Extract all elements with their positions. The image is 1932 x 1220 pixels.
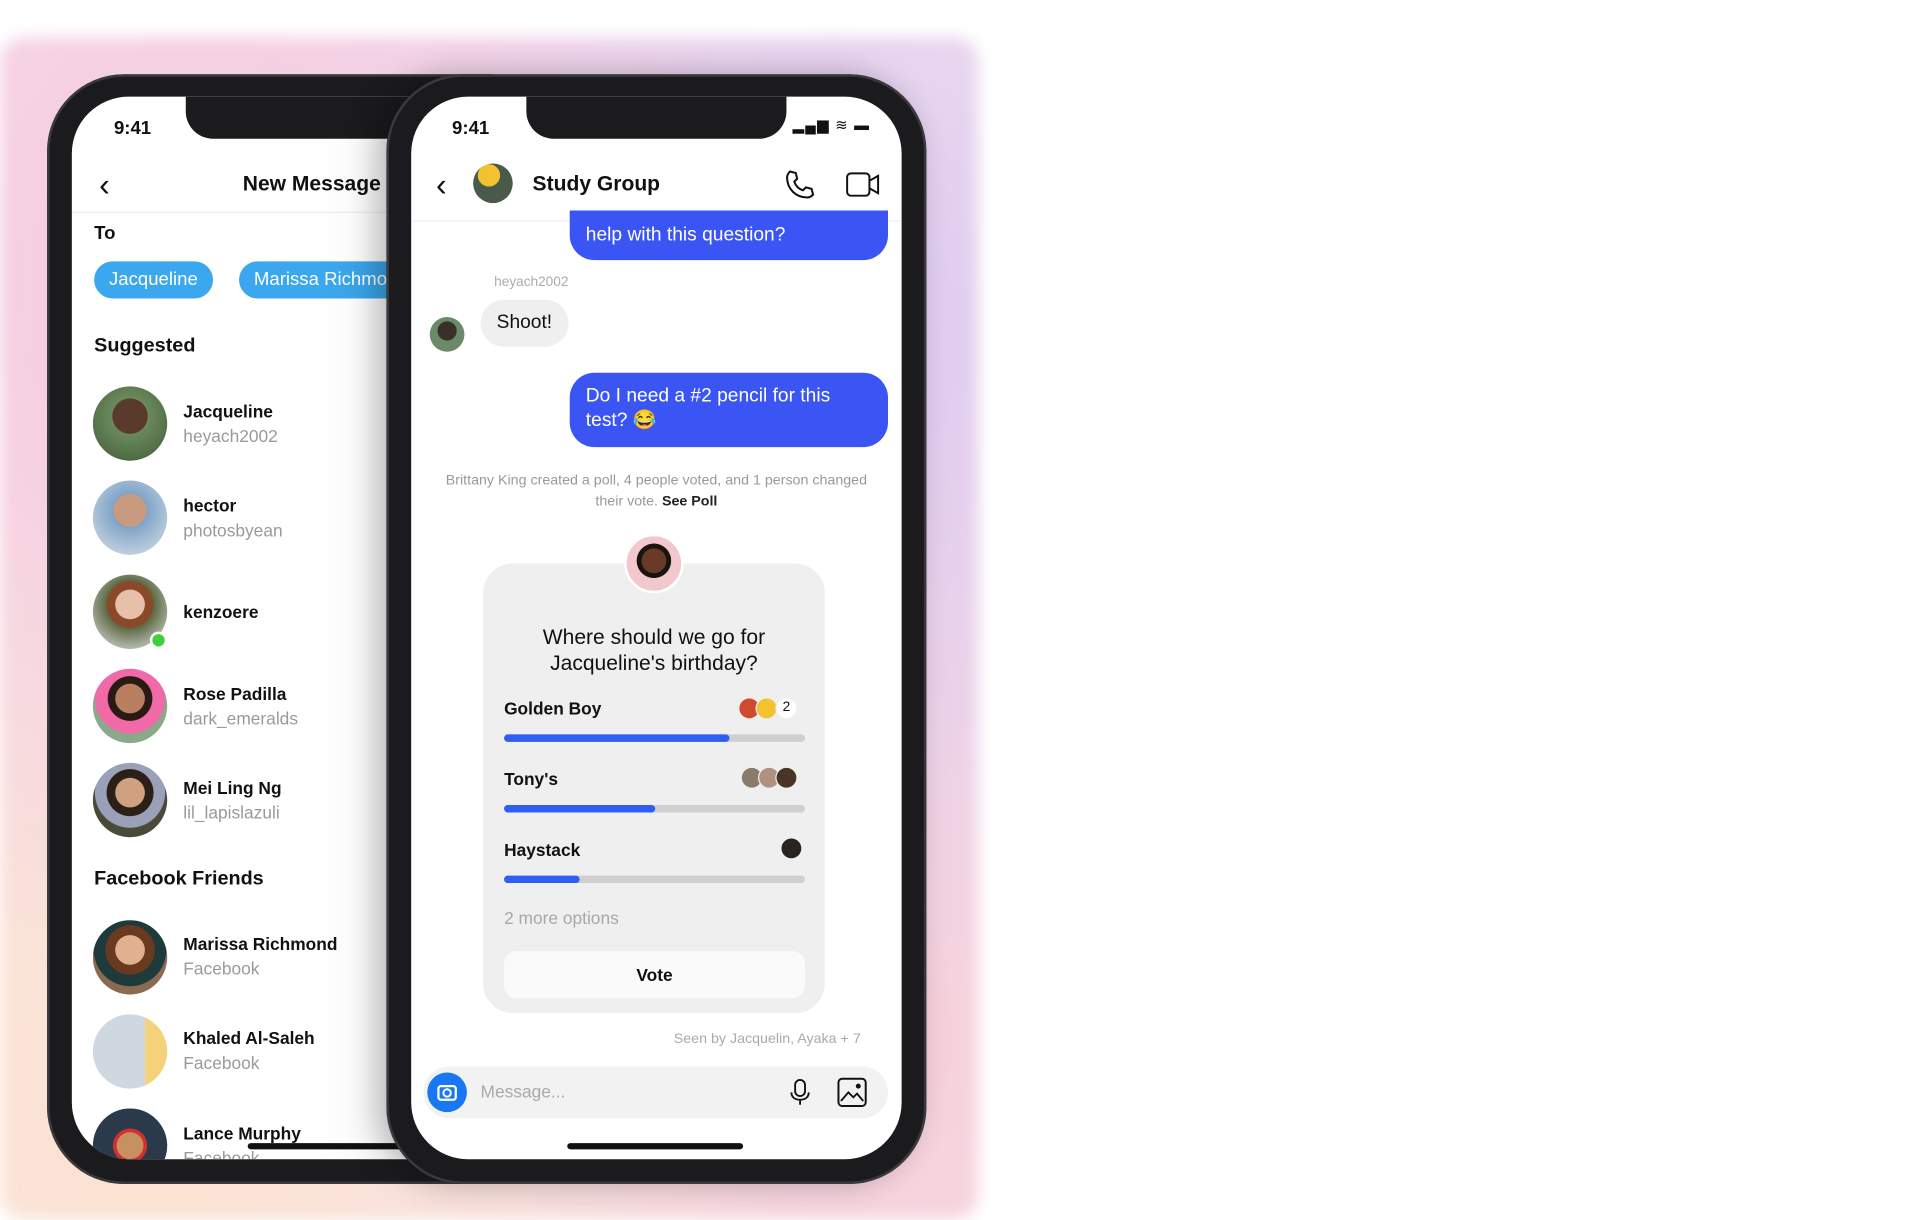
contact-name: Khaled Al-Saleh	[183, 1027, 315, 1048]
online-indicator	[149, 631, 168, 649]
contact-name: Lance Murphy	[183, 1123, 301, 1144]
status-time: 9:41	[452, 117, 490, 139]
chat-title[interactable]: Study Group	[533, 172, 661, 197]
option-label: Golden Boy	[504, 698, 602, 719]
avatar	[92, 762, 168, 838]
avatar	[92, 1014, 168, 1089]
seen-by-status: Seen by Jacquelin, Ayaka + 7	[673, 1031, 861, 1047]
message-input[interactable]: Message...	[481, 1081, 566, 1101]
option-progress	[504, 805, 806, 813]
contact-name: Rose Padilla	[183, 683, 287, 704]
avatar	[92, 386, 168, 461]
vote-button[interactable]: Vote	[504, 951, 806, 999]
option-progress	[504, 875, 806, 884]
video-call-icon[interactable]	[845, 168, 882, 200]
option-progress-fill	[504, 805, 655, 813]
sender-avatar	[429, 317, 465, 352]
contact-name: Jacqueline	[183, 401, 273, 422]
option-label: Haystack	[504, 839, 581, 860]
phone-icon[interactable]	[783, 167, 818, 202]
back-chevron-icon[interactable]: ‹	[99, 166, 110, 204]
camera-button[interactable]	[427, 1072, 467, 1113]
contact-name: kenzoere	[183, 601, 259, 622]
suggested-heading: Suggested	[94, 335, 196, 357]
recipient-chip[interactable]: Jacqueline	[94, 261, 213, 299]
system-notice: Brittany King created a poll, 4 people v…	[436, 471, 877, 513]
option-progress	[504, 734, 806, 742]
poll-creator-avatar	[624, 533, 684, 594]
camera-icon	[437, 1085, 457, 1101]
avatar	[92, 668, 168, 744]
status-icons: ▂▄▆ ≋ ▬	[792, 116, 871, 134]
contact-source: Facebook	[183, 1052, 260, 1073]
contact-username: dark_emeralds	[183, 708, 298, 729]
group-avatar[interactable]	[473, 163, 513, 204]
home-indicator	[567, 1143, 744, 1150]
front-phone: 9:41 ▂▄▆ ≋ ▬ ‹ Study Group help with thi…	[386, 74, 927, 1185]
option-progress-fill	[504, 875, 580, 884]
outgoing-message: Do I need a #2 pencil for this test? 😂	[569, 372, 889, 448]
poll-card: Where should we go for Jacqueline's birt…	[483, 563, 825, 1014]
microphone-icon[interactable]	[788, 1077, 813, 1107]
avatar	[92, 920, 168, 995]
contact-username: photosbyean	[183, 520, 283, 540]
avatar	[92, 480, 168, 555]
see-poll-link[interactable]: See Poll	[662, 494, 717, 509]
more-options-link[interactable]: 2 more options	[504, 908, 619, 928]
contact-name: hector	[183, 495, 237, 516]
extra-voter-count: 2	[775, 697, 798, 720]
voter-avatar	[780, 837, 803, 860]
option-progress-fill	[504, 734, 730, 742]
system-notice-text: Brittany King created a poll, 4 people v…	[445, 473, 868, 510]
message-composer: Message...	[423, 1066, 889, 1119]
back-chevron-icon[interactable]: ‹	[436, 166, 447, 204]
notch	[526, 96, 787, 139]
status-time: 9:41	[113, 117, 152, 139]
image-icon[interactable]	[836, 1076, 868, 1108]
incoming-message: Shoot!	[480, 299, 569, 347]
contact-username: heyach2002	[183, 426, 278, 446]
contact-username: lil_lapislazuli	[183, 802, 280, 823]
option-label: Tony's	[504, 769, 558, 789]
avatar	[92, 1108, 168, 1160]
sender-label: heyach2002	[494, 274, 569, 290]
contact-name: Marissa Richmond	[183, 933, 338, 954]
voter-avatar	[775, 766, 798, 789]
chat-screen: 9:41 ▂▄▆ ≋ ▬ ‹ Study Group help with thi…	[411, 96, 902, 1160]
contact-source: Facebook	[183, 958, 260, 979]
contact-name: Mei Ling Ng	[183, 777, 282, 798]
facebook-friends-heading: Facebook Friends	[94, 868, 264, 890]
outgoing-message: help with this question?	[569, 210, 889, 261]
contact-source: Facebook	[183, 1148, 260, 1160]
poll-question: Where should we go for Jacqueline's birt…	[542, 625, 766, 675]
to-label: To	[94, 222, 116, 244]
